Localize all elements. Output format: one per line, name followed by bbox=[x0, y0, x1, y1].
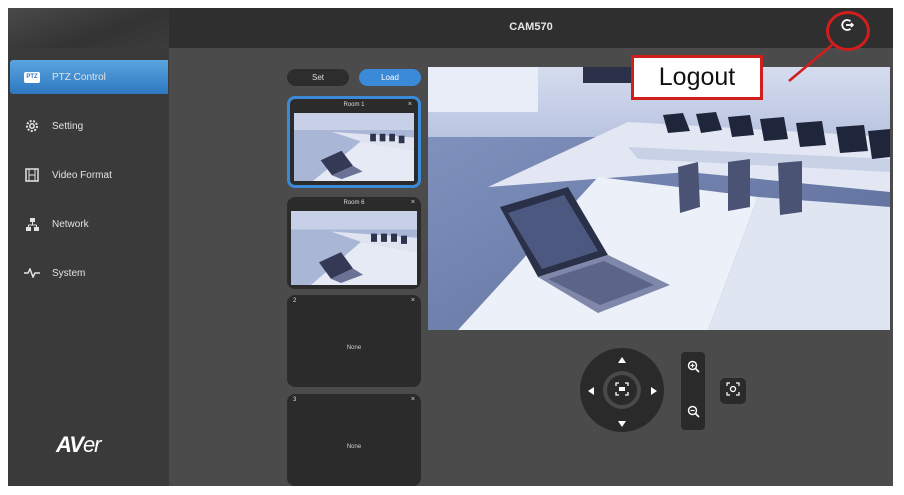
home-center-icon bbox=[615, 381, 629, 401]
preset-card-3[interactable]: 3 × None bbox=[287, 394, 421, 486]
preset-set-button[interactable]: Set bbox=[287, 69, 349, 86]
pan-right-button[interactable] bbox=[647, 383, 661, 399]
sidebar-item-ptz-control[interactable]: PTZ PTZ Control bbox=[10, 60, 168, 94]
preset-number: 3 bbox=[293, 397, 297, 403]
preset-empty-label: None bbox=[346, 345, 362, 351]
logout-highlight-circle bbox=[826, 11, 870, 51]
film-icon bbox=[22, 165, 42, 185]
zoom-out-button[interactable] bbox=[682, 403, 704, 425]
ptz-icon: PTZ bbox=[22, 67, 42, 87]
zoom-in-button[interactable] bbox=[682, 358, 704, 380]
home-center-button[interactable] bbox=[611, 380, 633, 402]
preset-load-button[interactable]: Load bbox=[359, 69, 421, 86]
sidebar-item-network[interactable]: Network bbox=[10, 207, 168, 241]
zoom-in-icon bbox=[687, 360, 700, 378]
camera-live-view[interactable] bbox=[428, 67, 890, 330]
arrow-right-icon bbox=[651, 382, 657, 400]
preset-empty-label: None bbox=[346, 444, 362, 450]
preset-card-room-6[interactable]: Room 6 × bbox=[287, 197, 421, 289]
sidebar: PTZ PTZ Control Setting Video Format Net… bbox=[8, 8, 169, 486]
sidebar-item-label: Network bbox=[52, 218, 89, 230]
preset-name: Room 1 bbox=[343, 102, 365, 108]
page-title: CAM570 bbox=[509, 21, 553, 33]
preset-delete-icon[interactable]: × bbox=[411, 199, 415, 206]
zoom-out-icon bbox=[687, 405, 700, 423]
pan-up-button[interactable] bbox=[614, 352, 630, 366]
arrow-up-icon bbox=[618, 350, 626, 368]
sidebar-item-video-format[interactable]: Video Format bbox=[10, 158, 168, 192]
sidebar-header bbox=[8, 8, 169, 48]
focus-icon bbox=[726, 381, 740, 401]
preset-number: 2 bbox=[293, 298, 297, 304]
pulse-icon bbox=[22, 263, 42, 283]
pan-left-button[interactable] bbox=[584, 383, 598, 399]
sidebar-item-label: Video Format bbox=[52, 169, 112, 181]
live-view-image bbox=[428, 67, 890, 330]
sidebar-item-label: System bbox=[52, 267, 86, 279]
sidebar-item-label: Setting bbox=[52, 120, 84, 132]
gear-icon bbox=[22, 116, 42, 136]
sidebar-item-system[interactable]: System bbox=[10, 256, 168, 290]
preset-card-2[interactable]: 2 × None bbox=[287, 295, 421, 387]
network-icon bbox=[22, 214, 42, 234]
preset-thumbnail bbox=[291, 211, 417, 285]
aver-logo: AVer bbox=[56, 432, 101, 457]
arrow-down-icon bbox=[618, 414, 626, 432]
sidebar-item-setting[interactable]: Setting bbox=[10, 109, 168, 143]
arrow-left-icon bbox=[588, 382, 594, 400]
top-bar: CAM570 bbox=[169, 8, 893, 48]
preset-delete-icon[interactable]: × bbox=[411, 396, 415, 403]
pan-down-button[interactable] bbox=[614, 416, 630, 430]
preset-name: Room 6 bbox=[343, 200, 365, 206]
logout-callout-label: Logout bbox=[631, 55, 763, 100]
preset-delete-icon[interactable]: × bbox=[411, 297, 415, 304]
preset-delete-icon[interactable]: × bbox=[408, 101, 412, 108]
preset-thumbnail bbox=[294, 113, 414, 181]
preset-card-room-1[interactable]: Room 1 × bbox=[287, 96, 421, 188]
sidebar-item-label: PTZ Control bbox=[52, 71, 106, 83]
auto-focus-button[interactable] bbox=[720, 378, 746, 404]
